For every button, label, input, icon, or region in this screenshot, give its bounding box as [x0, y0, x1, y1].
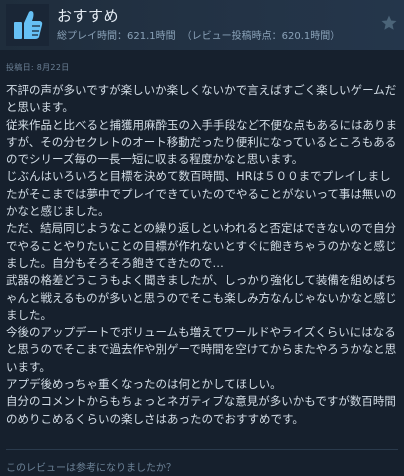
review-paragraph: じぶんはいろいろと目標を決めて数百時間、HRは５００までプレイしましたがそこまで…	[6, 169, 397, 219]
review-paragraph: 従来作品と比べると捕獲用麻酔玉の入手手段など不便な点もあるにはありますが、その分…	[6, 117, 397, 167]
review-paragraph: ただ、結局同じようなことの繰り返しといわれると否定はできないので自分でやることや…	[6, 221, 397, 270]
review-paragraph: 自分のコメントからもちょっとネガティブな意見が多いかもですが数百時間のめりこめる…	[6, 394, 396, 426]
divider	[6, 449, 398, 450]
recommendation-title: おすすめ	[57, 7, 120, 25]
thumbs-up-icon	[6, 4, 49, 46]
helpful-prompt: このレビューは参考になりましたか？	[6, 463, 176, 474]
review-paragraph: 武器の格差どうこうもよく聞きましたが、しっかり強化して装備を組めばちゃんと戦える…	[6, 273, 397, 322]
review-paragraph: アプデ後めっちゃ重くなったのは何とかしてほしい。	[6, 377, 282, 392]
review-card: おすすめ 総プレイ時間：621.1時間 （レビュー投稿時点：620.1時間） 投稿…	[0, 0, 404, 476]
total-playtime: 総プレイ時間：621.1時間	[57, 31, 176, 42]
posted-date: 投稿日: 8月22日	[6, 63, 70, 72]
review-paragraph: 不評の声が多いですが楽しいか楽しくないかで言えばすごく楽しいゲームだと思います。	[6, 83, 397, 115]
review-paragraph: 今後のアップデートでボリュームも増えてワールドやライズくらいにはなると思うのでそ…	[6, 325, 397, 374]
playtime-at-review: （レビュー投稿時点：620.1時間）	[181, 31, 341, 42]
review-body: 不評の声が多いですが楽しいか楽しくないかで言えばすごく楽しいゲームだと思います。…	[6, 82, 398, 428]
review-header: おすすめ 総プレイ時間：621.1時間 （レビュー投稿時点：620.1時間）	[0, 0, 404, 50]
star-icon[interactable]	[380, 14, 398, 32]
playtime-info: 総プレイ時間：621.1時間 （レビュー投稿時点：620.1時間）	[57, 27, 340, 42]
